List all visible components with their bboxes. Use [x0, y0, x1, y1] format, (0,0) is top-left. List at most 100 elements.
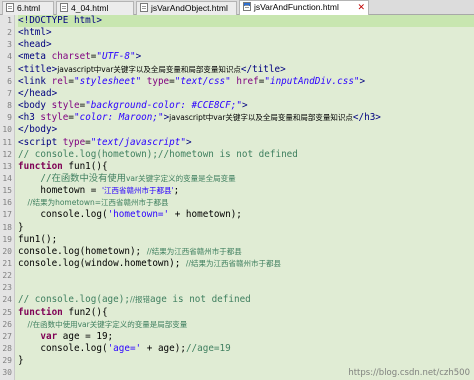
line-number: 8	[7, 101, 12, 111]
value-token: "UTF-8"	[96, 51, 136, 63]
comment-token: //结果为	[18, 198, 56, 208]
html-file-icon	[6, 3, 14, 12]
tag-token: >	[135, 51, 142, 63]
code-line: function fun2(){	[18, 307, 474, 319]
code-line: <head>	[18, 39, 474, 51]
comment-token: //在函数中使用	[18, 319, 78, 329]
line-number-gutter: 1 2 3 4 5 6 7 8 9 10 11 12 13 14 15 16 1…	[0, 15, 15, 380]
line-number: 24	[2, 295, 12, 305]
line-number: 21	[2, 259, 12, 268]
tab-4-04-html[interactable]: 4_04.html	[56, 1, 134, 15]
code-token: age = 19;	[57, 330, 114, 342]
code-token: ;	[173, 185, 180, 197]
line-number: 7	[7, 88, 12, 98]
line-number: 27	[2, 331, 12, 341]
code-line: <!DOCTYPE html>	[18, 15, 474, 28]
line-number: 25	[2, 307, 12, 317]
tag-token: </h3>	[352, 112, 381, 124]
code-line: hometown = '江西省赣州市于都县';	[18, 185, 474, 197]
comment-token: // console.log(age);	[18, 294, 130, 306]
code-line: var age = 19;	[18, 331, 474, 343]
code-line: //在函数中没有使用var关键字定义的变量是全局变量	[18, 173, 474, 185]
line-number: 18	[2, 222, 12, 232]
code-line: //结果为hometown=江西省赣州市于都县	[18, 197, 474, 209]
line-number: 14	[2, 173, 12, 183]
comment-token: // console.log(hometown);//hometown is n…	[18, 148, 298, 160]
comment-token: hometown=江西省赣州市于都县	[55, 198, 169, 208]
tab-6-html[interactable]: 6.html	[2, 1, 54, 15]
attr-token: rel	[51, 75, 69, 87]
code-line: <title>javascript中var关键字以及全局变量和局部变量知识点</…	[18, 64, 474, 76]
comment-token: //结果为江西省赣州市于都县	[146, 246, 242, 256]
text-token: javascript中var关键字以及全局变量和局部变量知识点	[57, 64, 241, 74]
line-number: 9	[7, 113, 12, 123]
tag-token: <script	[18, 136, 63, 148]
tag-token: </head>	[18, 87, 58, 99]
code-line: <link rel="stylesheet" type="text/css" h…	[18, 76, 474, 88]
tag-token: <head>	[18, 39, 52, 51]
value-token: "text/css"	[174, 75, 231, 87]
code-token: + age);	[141, 343, 186, 355]
line-number: 13	[2, 161, 12, 171]
line-number: 1	[7, 16, 12, 25]
code-line: </body>	[18, 124, 474, 136]
close-icon[interactable]: ✕	[357, 1, 365, 13]
line-number: 20	[2, 246, 12, 256]
tag-token: <link	[18, 75, 52, 87]
attr-token: style	[51, 100, 80, 112]
code-line: console.log('age=' + age);//age=19	[18, 343, 474, 355]
line-number: 16	[2, 198, 12, 208]
comment-token: //报错	[129, 295, 151, 305]
code-token: fun1();	[18, 233, 58, 245]
attr-token: href	[230, 75, 259, 87]
code-token: fun2(){	[62, 306, 108, 318]
code-line: function fun1(){	[18, 161, 474, 173]
code-line: <meta charset="UTF-8">	[18, 51, 474, 63]
attr-token: charset	[51, 51, 91, 63]
tag-token: <h3	[18, 112, 41, 124]
code-line: <h3 style="color: Maroon;">javascript中va…	[18, 112, 474, 124]
line-number: 11	[2, 137, 12, 147]
code-token: }	[18, 355, 24, 367]
code-line: </head>	[18, 88, 474, 100]
code-token: console.log(	[18, 209, 108, 221]
tab-jsvarandfunction-html[interactable]: jsVarAndFunction.html ✕	[239, 0, 369, 15]
code-line: <body style="background-color: #CCE8CF;"…	[18, 100, 474, 112]
code-line: fun1();	[18, 234, 474, 246]
code-token: }	[18, 221, 24, 233]
tab-label: jsVarAndFunction.html	[254, 2, 339, 12]
comment-token: //age=19	[185, 343, 231, 355]
comment-token: var关键字定义的变量是全局变量	[125, 173, 236, 183]
line-number: 23	[2, 283, 12, 293]
code-token: console.log(hometown);	[18, 245, 147, 257]
keyword-token: function	[18, 160, 63, 172]
html-file-icon	[140, 3, 148, 12]
code-token: console.log(	[18, 343, 108, 355]
value-token: "background-color: #CCE8CF;"	[85, 100, 242, 112]
line-number: 17	[2, 210, 12, 220]
line-number: 6	[7, 76, 12, 86]
line-number: 10	[2, 125, 12, 135]
tag-token: <title>	[18, 63, 58, 75]
comment-token: age is not defined	[150, 294, 251, 306]
text-token: javascript中var关键字以及全局变量和局部变量知识点	[169, 113, 353, 123]
comment-token: var关键字定义的变量是局部变量	[77, 319, 188, 329]
line-number: 4	[7, 52, 12, 62]
code-editor[interactable]: <!DOCTYPE html> <html> <head> <meta char…	[18, 15, 474, 380]
attr-token: type	[141, 75, 170, 87]
line-number: 2	[7, 28, 12, 38]
value-token: "color: Maroon;"	[74, 112, 164, 124]
code-line: console.log(window.hometown); //结果为江西省赣州…	[18, 258, 474, 270]
tab-label: 4_04.html	[71, 3, 109, 13]
tab-jsvarandobject-html[interactable]: jsVarAndObject.html	[136, 1, 237, 15]
value-token: "text/javascript"	[90, 136, 186, 148]
code-token: console.log(window.hometown);	[18, 258, 186, 269]
html-file-icon	[60, 3, 68, 12]
line-number: 26	[2, 319, 12, 329]
tag-token: </body>	[18, 124, 58, 136]
line-number: 5	[7, 64, 12, 74]
string-token: 'age='	[107, 343, 142, 355]
